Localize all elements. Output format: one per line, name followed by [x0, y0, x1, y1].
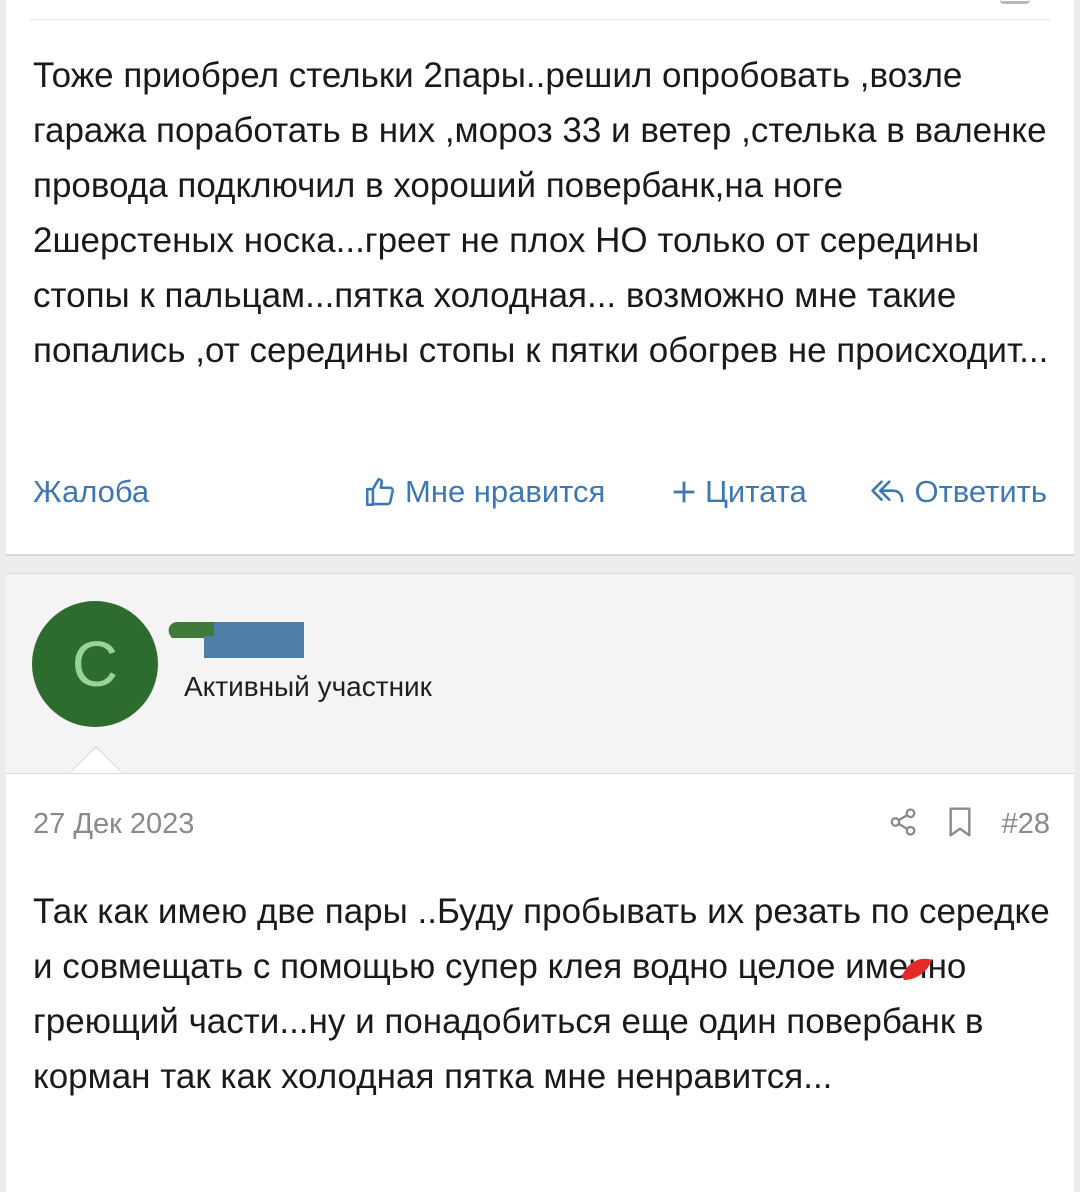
user-title: Активный участник	[184, 671, 432, 702]
like-button[interactable]: Мне нравится	[363, 474, 605, 510]
header-pointer	[68, 748, 124, 775]
like-label: Мне нравится	[405, 474, 606, 509]
plus-icon	[671, 479, 697, 505]
share-icon[interactable]	[888, 807, 918, 842]
bookmark-icon[interactable]	[946, 806, 974, 843]
forum-thread-page: Тоже приобрел стельки 2пары..решил опроб…	[0, 0, 1080, 1192]
reply-arrow-icon	[870, 477, 906, 507]
post-author-header: C Активный участник	[6, 573, 1074, 775]
quote-button[interactable]: Цитата	[671, 474, 807, 510]
username-redaction	[166, 618, 306, 660]
reply-label: Ответить	[914, 474, 1047, 509]
thumbs-up-icon	[363, 475, 397, 509]
red-scribble-redaction	[902, 958, 932, 980]
reply-button[interactable]: Ответить	[870, 474, 1047, 510]
post-number-link[interactable]: #28	[1002, 808, 1050, 841]
quote-label: Цитата	[705, 474, 807, 509]
report-link[interactable]: Жалоба	[33, 474, 149, 510]
post-actions-bar: Жалоба Мне нравится Цитата Ответить	[33, 468, 1047, 518]
post-message: Тоже приобрел стельки 2пары..решил опроб…	[33, 56, 1049, 370]
post-card: Тоже приобрел стельки 2пары..решил опроб…	[6, 0, 1074, 556]
post-date[interactable]: 27 Дек 2023	[33, 808, 194, 841]
report-label: Жалоба	[33, 474, 150, 509]
avatar-letter: C	[71, 628, 119, 700]
post-message: Так как имею две пары ..Буду пробывать и…	[33, 892, 1050, 1096]
previous-post-tools-peek	[30, 0, 1050, 8]
avatar[interactable]: C	[32, 601, 158, 727]
divider	[30, 19, 1050, 20]
post-tools: #28	[888, 804, 1050, 844]
